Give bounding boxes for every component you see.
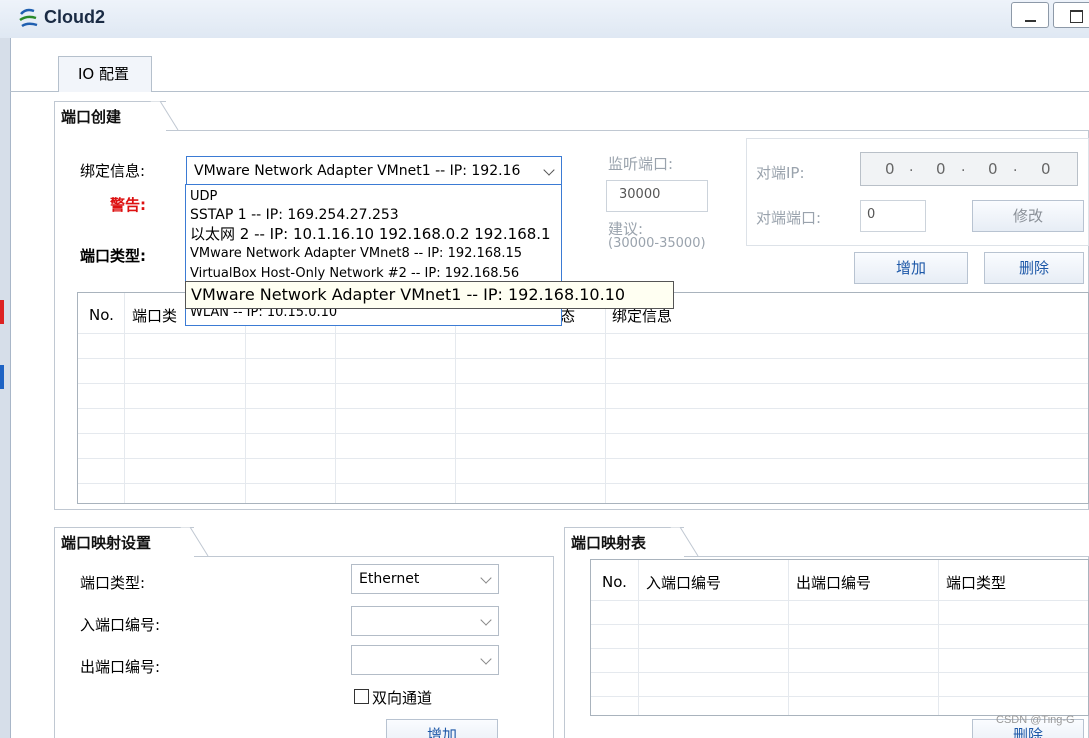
bidirectional-label: 双向通道	[372, 689, 433, 707]
peer-port-value: 0	[867, 207, 876, 222]
column-header-no: No.	[89, 306, 114, 324]
warning-label: 警告:	[110, 196, 146, 214]
bidirectional-checkbox[interactable]	[354, 689, 369, 704]
table-row	[78, 433, 1088, 434]
chevron-down-icon	[543, 164, 555, 176]
peer-ip-label: 对端IP:	[756, 164, 805, 182]
table-row	[591, 696, 1088, 697]
background-marker	[0, 365, 4, 389]
watermark-text: CSDN @Ting-G	[996, 714, 1075, 726]
in-port-label: 入端口编号:	[80, 616, 161, 634]
dropdown-option[interactable]: UDP	[190, 188, 217, 206]
ip-dot: .	[961, 159, 966, 175]
dropdown-option[interactable]: 以太网 2 -- IP: 10.1.16.10 192.168.0.2 192.…	[190, 225, 551, 243]
group-tab-corner	[150, 100, 180, 131]
table-row	[78, 383, 1088, 384]
peer-ip-octet: 0	[1041, 160, 1051, 178]
bind-info-label: 绑定信息:	[80, 162, 146, 180]
out-port-combo[interactable]	[351, 645, 499, 675]
window-title: Cloud2	[44, 7, 105, 27]
group-tab-corner	[670, 526, 700, 557]
chevron-down-icon	[480, 572, 492, 584]
peer-ip-field[interactable]: 0 . 0 . 0 . 0	[860, 152, 1078, 186]
option-tooltip: VMware Network Adapter VMnet1 -- IP: 192…	[185, 281, 674, 309]
chevron-down-icon	[480, 614, 492, 626]
peer-ip-octet: 0	[988, 160, 998, 178]
table-row	[591, 672, 1088, 673]
out-port-label: 出端口编号:	[80, 658, 161, 676]
listen-port-label: 监听端口:	[608, 155, 674, 173]
peer-ip-octet: 0	[936, 160, 946, 178]
mapping-port-type-combo[interactable]: Ethernet	[351, 564, 499, 594]
mapping-port-type-value: Ethernet	[359, 571, 420, 587]
column-header-port-type: 端口类型	[946, 574, 1007, 592]
suggest-range: (30000-35000)	[608, 236, 706, 251]
delete-port-button[interactable]: 删除	[984, 252, 1084, 284]
tab-io-config-label: IO 配置	[78, 65, 129, 83]
column-header-no: No.	[602, 573, 627, 591]
table-column-divider	[605, 293, 606, 503]
ip-dot: .	[909, 159, 914, 175]
peer-port-label: 对端端口:	[756, 209, 822, 227]
port-mapping-settings-title: 端口映射设置	[54, 527, 194, 557]
modify-button[interactable]: 修改	[972, 200, 1084, 232]
table-row	[591, 648, 1088, 649]
add-mapping-button[interactable]: 增加	[386, 719, 498, 738]
listen-port-value: 30000	[619, 187, 661, 202]
table-row	[78, 333, 1088, 334]
port-type-label: 端口类型:	[80, 247, 146, 265]
port-mapping-table-title: 端口映射表	[564, 527, 684, 557]
bind-info-value: VMware Network Adapter VMnet1 -- IP: 192…	[194, 163, 521, 179]
column-header-out-port: 出端口编号	[796, 574, 872, 592]
table-row	[78, 458, 1088, 459]
listen-port-field[interactable]: 30000	[606, 180, 708, 212]
table-column-divider	[638, 560, 639, 715]
table-row	[78, 408, 1088, 409]
in-port-combo[interactable]	[351, 606, 499, 636]
table-row	[591, 624, 1088, 625]
table-column-divider	[788, 560, 789, 715]
add-port-button[interactable]: 增加	[854, 252, 968, 284]
background-marker	[0, 300, 4, 324]
dropdown-option[interactable]: SSTAP 1 -- IP: 169.254.27.253	[190, 206, 399, 224]
peer-ip-octet: 0	[885, 160, 895, 178]
column-header-in-port: 入端口编号	[646, 574, 722, 592]
maximize-button[interactable]	[1053, 2, 1089, 28]
mapping-port-type-label: 端口类型:	[80, 574, 146, 592]
table-row	[591, 600, 1088, 601]
column-header-port-type: 端口类	[132, 307, 178, 325]
table-row	[78, 358, 1088, 359]
ip-dot: .	[1013, 159, 1018, 175]
cloud-app-icon	[19, 8, 38, 28]
table-column-divider	[938, 560, 939, 715]
bind-info-combo[interactable]: VMware Network Adapter VMnet1 -- IP: 192…	[186, 156, 562, 186]
title-bar	[0, 0, 1089, 38]
chevron-down-icon	[480, 653, 492, 665]
table-column-divider	[124, 293, 125, 503]
group-tab-corner	[180, 526, 210, 557]
table-row	[78, 483, 1088, 484]
tab-divider	[152, 91, 1089, 92]
peer-port-field[interactable]: 0	[860, 200, 926, 232]
minimize-button[interactable]	[1011, 2, 1049, 28]
tab-divider	[10, 91, 58, 92]
dropdown-option[interactable]: VMware Network Adapter VMnet8 -- IP: 192…	[190, 245, 522, 263]
